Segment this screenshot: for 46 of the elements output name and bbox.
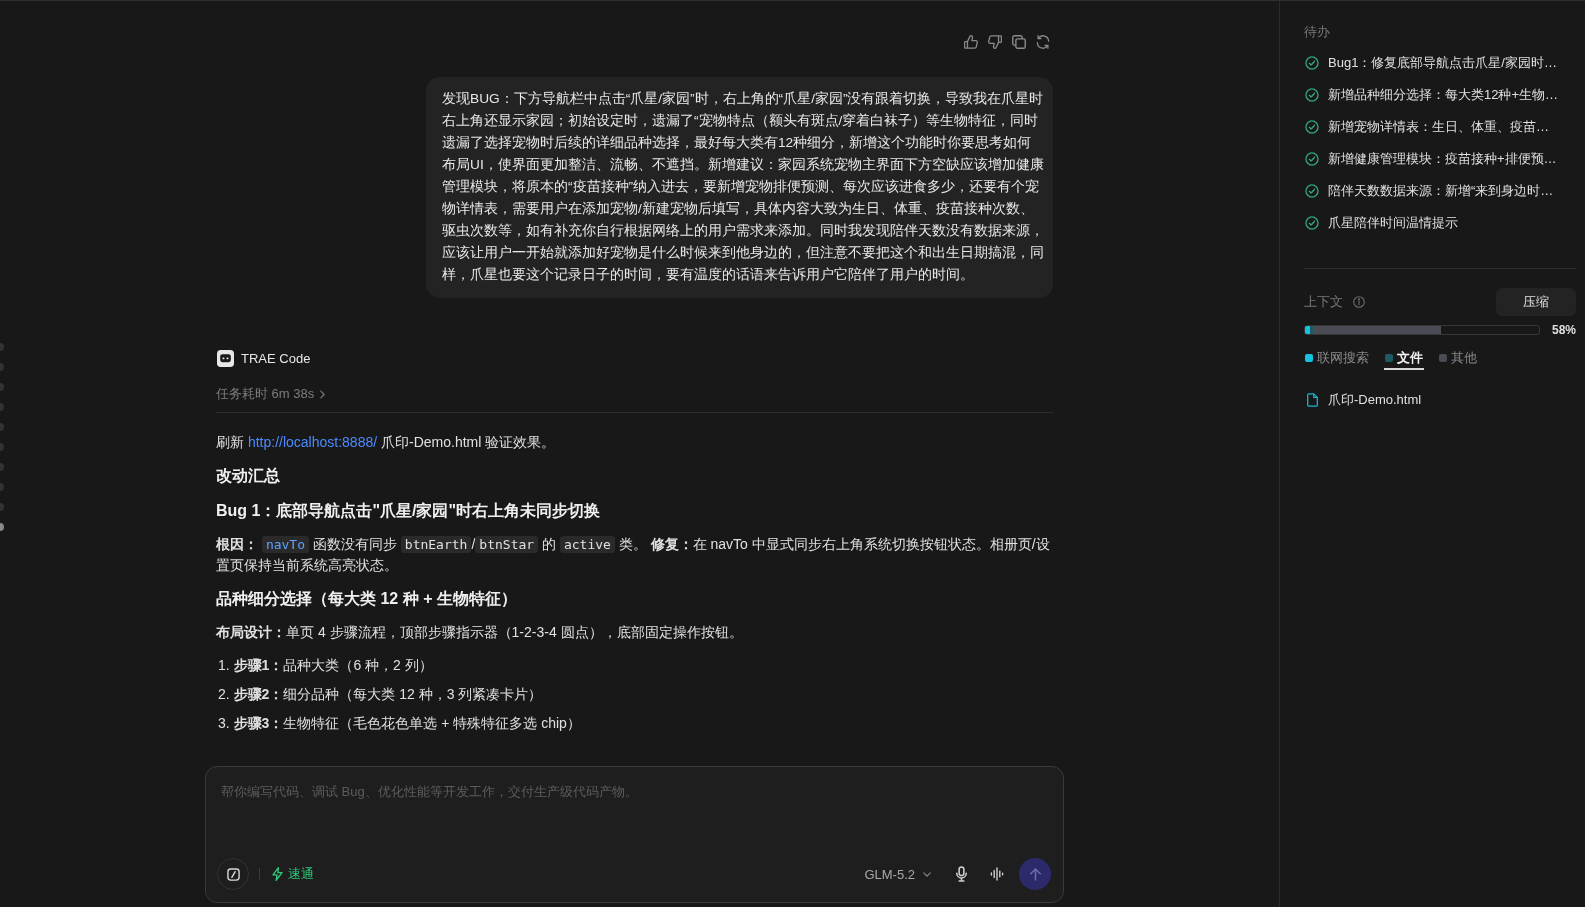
list-item: 1. 步骤1：品种大类（6 种，2 列）: [217, 656, 434, 675]
model-selector[interactable]: GLM-5.2: [864, 866, 931, 882]
list-item: 3. 步骤3：生物特征（毛色花色单选 + 特殊特征多选 chip）: [217, 714, 582, 733]
thumbs-down-icon[interactable]: [988, 35, 1002, 49]
send-button[interactable]: [1019, 858, 1051, 890]
speed-mode-button[interactable]: 速通: [272, 865, 314, 883]
chevron-right-icon: [320, 389, 326, 399]
agent-name: TRAE Code: [241, 350, 311, 366]
microphone-icon[interactable]: [956, 866, 967, 882]
compress-button[interactable]: 压缩: [1496, 288, 1576, 316]
todo-text: Bug1：修复底部导航点击爪星/家园时…: [1328, 54, 1557, 72]
todo-text: 新增品种细分选择：每大类12种+生物…: [1328, 86, 1559, 104]
arrow-up-icon: [1029, 867, 1041, 881]
heading: Bug 1：底部导航点击"爪星/家园"时右上角未同步切换: [216, 501, 602, 521]
todo-text: 爪星陪伴时间温情提示: [1328, 214, 1458, 232]
todo-text: 新增宠物详情表：生日、体重、疫苗…: [1328, 118, 1549, 136]
legend-tab[interactable]: 联网搜索: [1304, 348, 1370, 370]
heading: 品种细分选择（每大类 12 种 + 生物特征）: [216, 589, 518, 609]
slash-square-icon: [226, 867, 240, 881]
task-duration-toggle[interactable]: 任务耗时 6m 38s: [216, 384, 326, 404]
paragraph: 根因： navTo 函数没有同步 btnEarth / btnStar 的 active 类。 修复：在 navTo 中显式同步右上角系统切换按钮状态。相册页/设置页保持当前系统高亮状态。: [216, 535, 1051, 575]
legend-tab[interactable]: 其他: [1438, 348, 1478, 370]
waveform-icon[interactable]: [990, 867, 1004, 881]
heading: 改动汇总: [216, 466, 281, 486]
copy-icon[interactable]: [1012, 35, 1026, 49]
chevron-down-icon: [923, 871, 931, 877]
file-icon: [1307, 393, 1318, 407]
user-message: 发现BUG：下方导航栏中点击“爪星/家园”时，右上角的“爪星/家园”没有跟着切换，导致我在爪星时右上角还显示家园；初始设定时，遗漏了“宠物特点（额头有斑点/穿着白袜子）等生物特征，同时遗漏了选择宠物时后续的详细品种选择，最好每大类有12种细分，新增这个功能时你要思考如何布局UI，使界面更加整洁、流畅、不遮挡。新增建议：家园系统宠物主界面下方空缺应该增加健康管理模块，将原本的“疫苗接种”纳入进去，要新增宠物排便预测、每次应该进食多少，还要有个宠物详情表，需要用户在添加宠物/新建宠物后填写，具体内容大致为生日、体重、疫苗接种次数、驱虫次数等，如有补充你自行根据网络上的用户需求来添加。同时我发现陪伴天数没有数据来源，应该让用户一开始就添加好宠物是什么时候来到他身边的，但注意不要把这个和出生日期搞混，同样，爪星也要这个记录日子的时间，要有温度的话语来告诉用户它陪伴了用户的时间。: [426, 77, 1053, 298]
todo-text: 新增健康管理模块：疫苗接种+排便预…: [1328, 150, 1557, 168]
paragraph: 刷新 http://localhost:8888/ 爪印-Demo.html 验证效果。: [216, 433, 557, 452]
usage-percent: 58%: [1551, 323, 1576, 337]
command-button[interactable]: [217, 858, 249, 890]
refresh-icon[interactable]: [1036, 35, 1050, 49]
info-icon[interactable]: [1353, 296, 1365, 308]
todo-text: 陪伴天数数据来源：新增“来到身边时…: [1328, 182, 1554, 200]
code-link[interactable]: navTo: [261, 536, 310, 553]
thumbs-up-icon[interactable]: [964, 35, 978, 49]
section-title: 待办: [1304, 23, 1331, 41]
bot-face-icon: [217, 349, 234, 367]
link[interactable]: http://localhost:8888/: [247, 434, 378, 450]
paragraph: 布局设计：单页 4 步骤流程，顶部步骤指示器（1-2-3-4 圆点），底部固定操作按钮。: [216, 623, 744, 642]
lightning-icon: [272, 867, 283, 881]
file-item[interactable]: 爪印-Demo.html: [1304, 390, 1422, 410]
list-item: 2. 步骤2：细分品种（每大类 12 种，3 列紧凑卡片）: [217, 685, 544, 704]
legend-tab[interactable]: 文件: [1384, 348, 1424, 370]
section-title: 上下文: [1304, 293, 1343, 311]
